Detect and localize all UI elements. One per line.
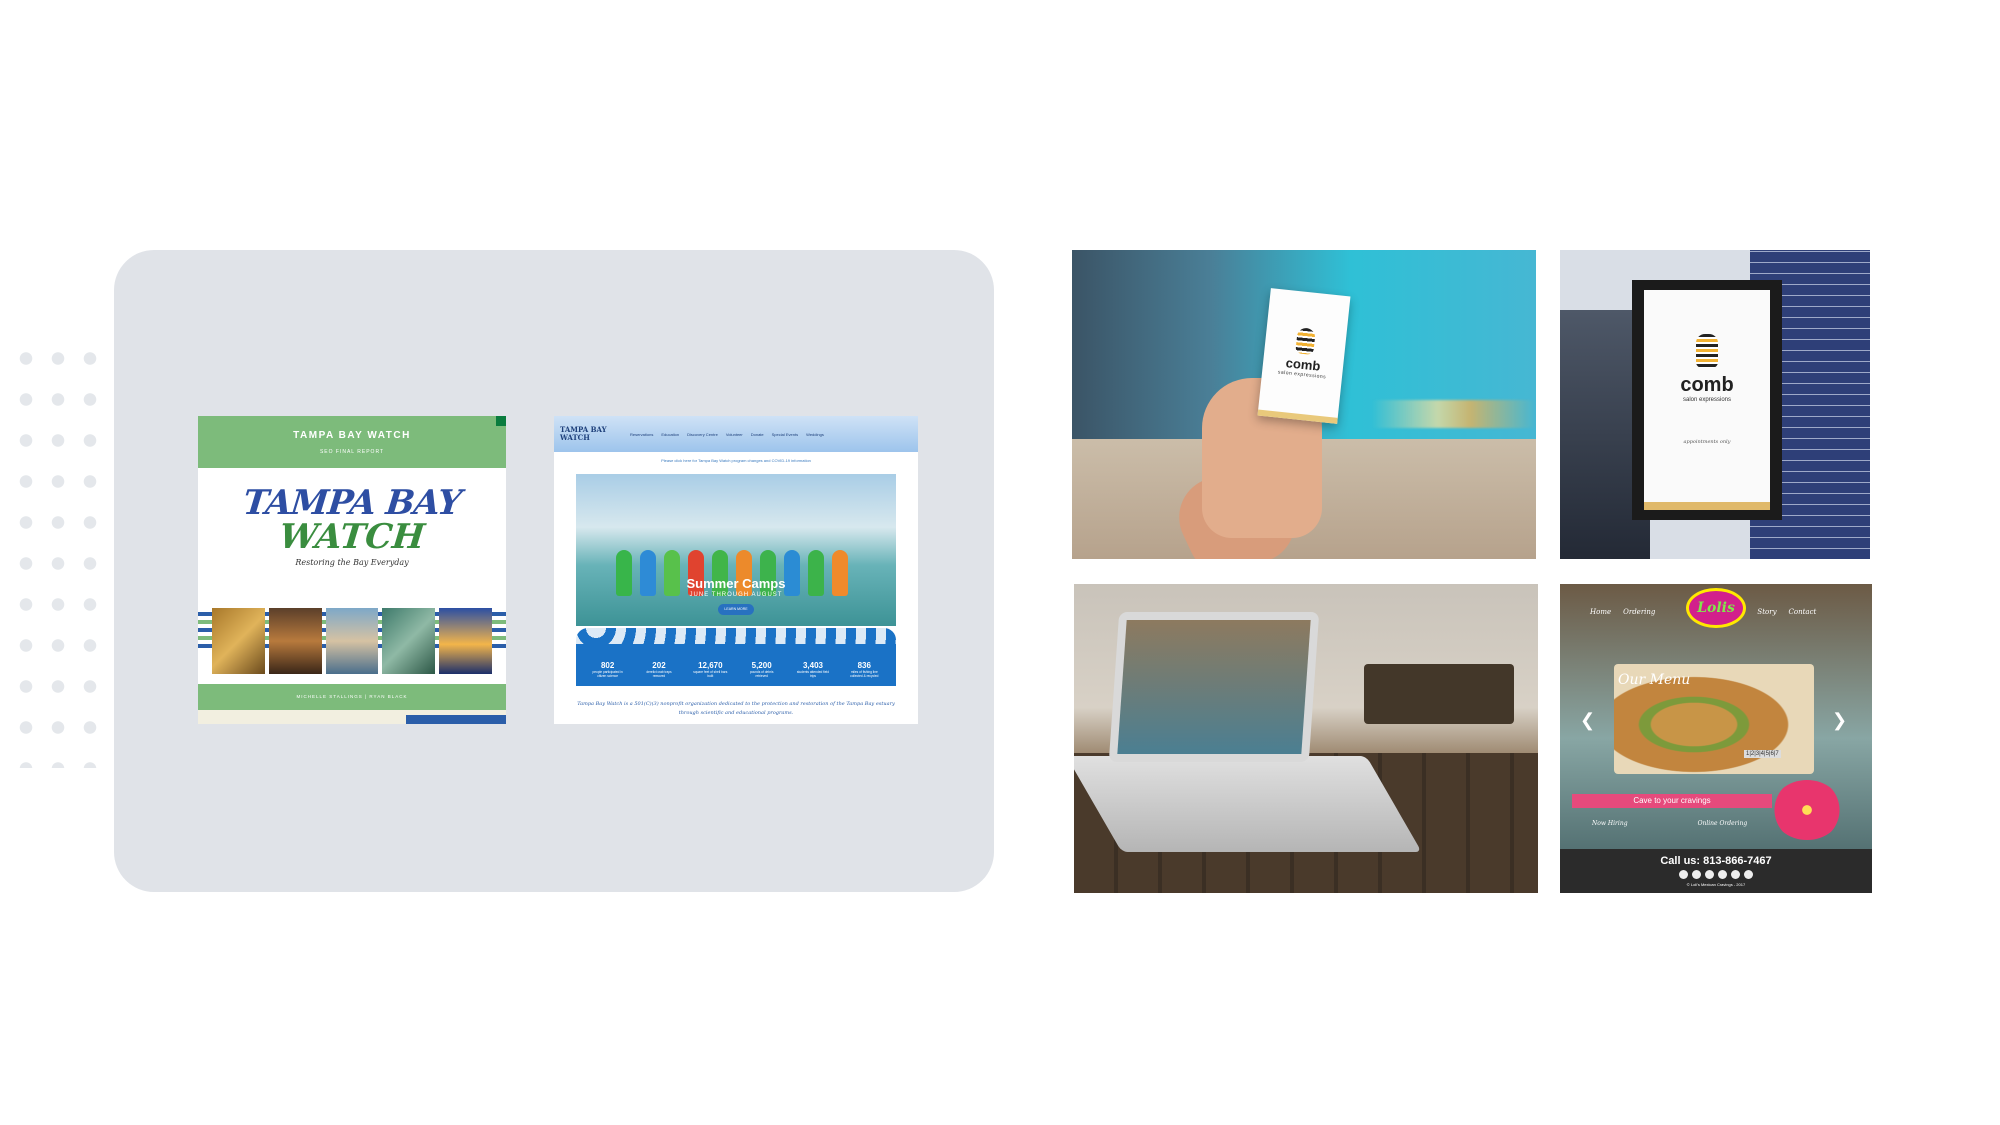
stat-label: derelict crab traps removed xyxy=(646,670,672,678)
lolis-nav-item[interactable]: Contact xyxy=(1789,608,1817,622)
tbw-website-thumbnail[interactable]: TAMPA BAY WATCH Reservations Education D… xyxy=(554,416,918,724)
sign-note: appointments only xyxy=(1683,439,1731,445)
sign-panel: comb salon expressions appointments only xyxy=(1644,290,1770,510)
call-us-text: Call us: 813-866-7467 xyxy=(1660,855,1772,867)
lolis-nav-item[interactable]: Home xyxy=(1590,608,1611,622)
instagram-icon[interactable] xyxy=(1731,870,1740,879)
lolis-links: Now Hiring Online Ordering xyxy=(1592,820,1747,827)
google-plus-icon[interactable] xyxy=(1718,870,1727,879)
site-stats-bar: 802 people participated in citizen scienc… xyxy=(576,628,896,686)
stat-label: miles of fishing line collected & recycl… xyxy=(850,670,879,678)
site-notice: Please click here for Tampa Bay Watch pr… xyxy=(661,458,811,463)
tumblr-icon[interactable] xyxy=(1705,870,1714,879)
report-authors: MICHELLE STALLINGS | RYAN BLACK xyxy=(198,684,506,710)
stat-number: 12,670 xyxy=(698,661,723,670)
stat-number: 5,200 xyxy=(751,661,772,670)
stat-item: 3,403 students attended field trips xyxy=(795,661,831,678)
photo-volunteers xyxy=(325,608,379,674)
tbw-logo: TAMPA BAY WATCH Restoring the Bay Everyd… xyxy=(198,468,506,608)
report-corner-mark xyxy=(496,416,506,426)
pinterest-icon[interactable] xyxy=(1744,870,1753,879)
chair-background xyxy=(1364,664,1514,724)
light-streak xyxy=(1372,400,1536,428)
stat-item: 12,670 square feet of shell bars built xyxy=(692,661,728,678)
logo-line2: WATCH xyxy=(277,517,427,557)
hero-subtitle: JUNE THROUGH AUGUST xyxy=(689,592,783,598)
stat-number: 202 xyxy=(652,661,666,670)
stat-number: 802 xyxy=(600,661,615,670)
hibiscus-flower xyxy=(1772,780,1842,840)
stat-number: 3,403 xyxy=(802,661,823,670)
report-title: TAMPA BAY WATCH xyxy=(293,430,411,441)
online-ordering-link[interactable]: Online Ordering xyxy=(1698,820,1748,827)
lolis-logo-badge: Lolis xyxy=(1686,588,1746,628)
laptop-keyboard xyxy=(1074,756,1422,852)
site-menu-item[interactable]: Special Events xyxy=(772,432,798,437)
stat-number: 836 xyxy=(857,661,871,670)
site-nav: TAMPA BAY WATCH Reservations Education D… xyxy=(554,416,918,452)
comb-storefront-sign-photo[interactable]: comb salon expressions appointments only xyxy=(1560,250,1870,559)
lolis-nav-item[interactable]: Ordering xyxy=(1623,608,1655,622)
logo-tagline: Restoring the Bay Everyday xyxy=(295,558,409,567)
site-hero: Summer Camps JUNE THROUGH AUGUST LEARN M… xyxy=(576,474,896,626)
social-icons xyxy=(1560,870,1872,879)
sign-frame: comb salon expressions appointments only xyxy=(1632,280,1782,520)
report-subtitle: SEO FINAL REPORT xyxy=(319,449,385,455)
report-header: TAMPA BAY WATCH SEO FINAL REPORT xyxy=(198,416,506,468)
site-menu-item[interactable]: Donate xyxy=(751,432,764,437)
site-logo: TAMPA BAY WATCH xyxy=(560,425,607,442)
slide-pager[interactable]: 1|2|3|4|5|6|7 xyxy=(1744,750,1781,758)
lolis-website-thumbnail[interactable]: Home Ordering Story Contact Lolis Our Me… xyxy=(1560,584,1872,893)
beehive-icon xyxy=(1295,327,1316,355)
lolis-nav-item[interactable]: Story xyxy=(1757,608,1776,622)
lolis-footer: Call us: 813-866-7467 © Loli's Mexican C… xyxy=(1560,849,1872,893)
decorative-dot-grid xyxy=(10,338,110,768)
laptop-screen-website xyxy=(1117,620,1311,754)
now-hiring-link[interactable]: Now Hiring xyxy=(1592,820,1628,827)
report-bottom-accent xyxy=(406,715,506,724)
stat-item: 802 people participated in citizen scienc… xyxy=(590,661,626,678)
sign-brand-name: comb xyxy=(1680,374,1734,396)
stat-item: 836 miles of fishing line collected & rec… xyxy=(846,661,882,678)
photo-bridge xyxy=(439,608,492,674)
stat-label: students attended field trips xyxy=(796,670,829,678)
business-card: comb salon expressions xyxy=(1257,288,1351,424)
site-menu-item[interactable]: Education xyxy=(661,432,679,437)
learn-more-button[interactable]: LEARN MORE xyxy=(718,604,754,615)
facebook-icon[interactable] xyxy=(1679,870,1688,879)
sign-brand-sub: salon expressions xyxy=(1682,397,1732,403)
tbw-report-thumbnail[interactable]: TAMPA BAY WATCH SEO FINAL REPORT TAMPA B… xyxy=(198,416,506,724)
copyright: © Loli's Mexican Cravings - 2017 xyxy=(1686,882,1746,887)
crave-banner: Cave to your cravings xyxy=(1572,794,1772,808)
logo-line1: TAMPA BAY xyxy=(241,483,463,523)
laptop-screen xyxy=(1108,612,1320,762)
comb-business-card-photo[interactable]: comb salon expressions xyxy=(1072,250,1536,559)
chevron-left-icon[interactable]: ❮ xyxy=(1580,710,1595,731)
photo-oysters xyxy=(212,608,265,674)
stat-item: 5,200 pounds of debris retrieved xyxy=(744,661,780,678)
beehive-icon xyxy=(1696,334,1718,368)
stat-item: 202 derelict crab traps removed xyxy=(641,661,677,678)
site-menu-item[interactable]: Discovery Centre xyxy=(687,432,718,437)
stat-label: people participated in citizen science xyxy=(592,670,623,678)
hero-title: Summer Camps xyxy=(686,576,786,591)
site-mission-text: Tampa Bay Watch is a 501(C)(3) nonprofit… xyxy=(577,701,895,716)
site-menu-item[interactable]: Volunteer xyxy=(726,432,743,437)
chevron-right-icon[interactable]: ❯ xyxy=(1832,710,1847,731)
site-menu-item[interactable]: Weddings xyxy=(806,432,824,437)
photo-pier xyxy=(268,608,322,674)
menu-heading: Our Menu xyxy=(1618,672,1691,688)
report-photo-strip xyxy=(212,608,492,674)
site-menu-item[interactable]: Reservations xyxy=(630,432,653,437)
stat-label: pounds of debris retrieved xyxy=(749,670,774,678)
photo-turtle xyxy=(382,608,436,674)
lolis-laptop-mockup-photo[interactable] xyxy=(1074,584,1538,893)
twitter-icon[interactable] xyxy=(1692,870,1701,879)
stat-label: square feet of shell bars built xyxy=(693,670,728,678)
